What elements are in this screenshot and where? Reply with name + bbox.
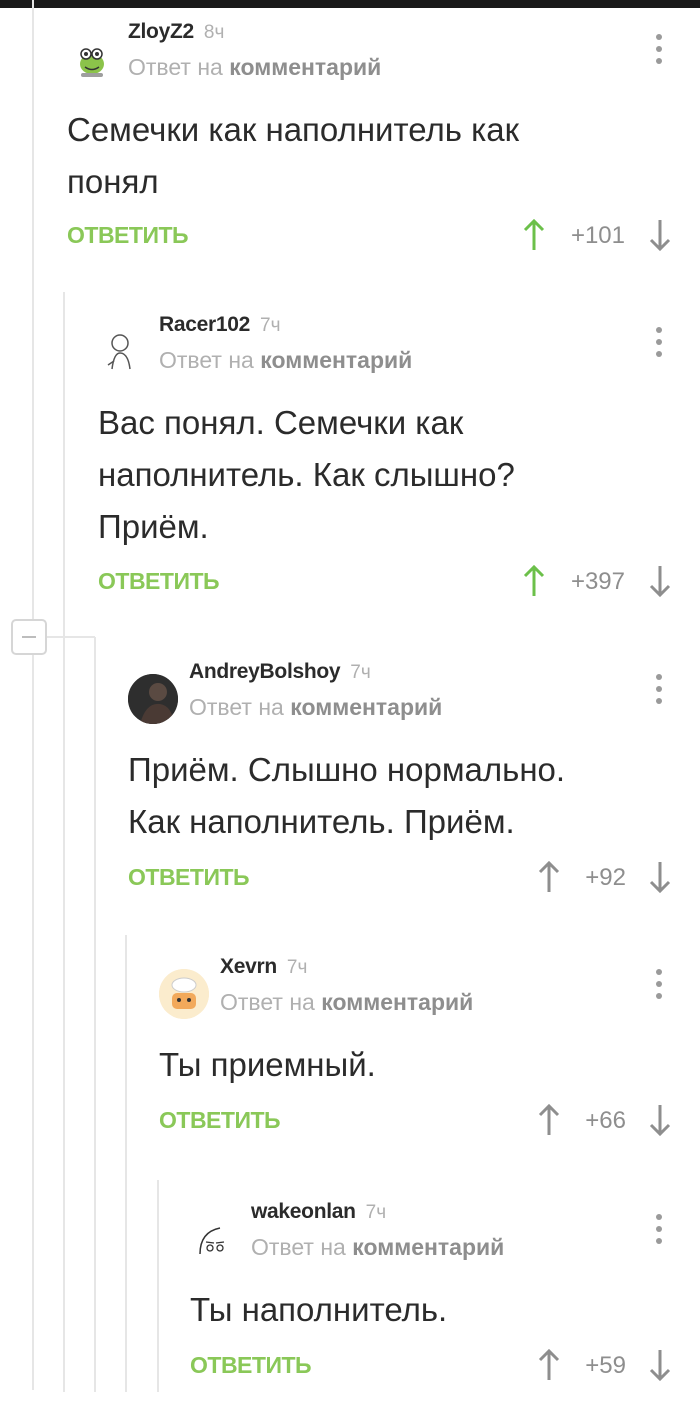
reply-target-link[interactable]: комментарий bbox=[290, 694, 442, 720]
downvote-arrow-icon[interactable] bbox=[647, 1348, 673, 1382]
reply-target-link[interactable]: комментарий bbox=[229, 54, 381, 80]
comment-actions: ОТВЕТИТЬ +101 bbox=[67, 218, 700, 252]
minus-icon bbox=[22, 636, 36, 638]
comment-actions: ОТВЕТИТЬ +92 bbox=[128, 860, 700, 894]
more-options-icon[interactable] bbox=[654, 674, 662, 704]
reply-prefix: Ответ на bbox=[189, 694, 284, 720]
reply-button[interactable]: ОТВЕТИТЬ bbox=[190, 1352, 312, 1379]
username-text: AndreyBolshoy bbox=[189, 660, 341, 683]
username[interactable]: Xevrn 7ч bbox=[220, 955, 307, 979]
vote-score: +59 bbox=[585, 1352, 626, 1379]
timestamp: 7ч bbox=[260, 315, 281, 336]
reply-prefix: Ответ на bbox=[128, 54, 223, 80]
vote-score: +397 bbox=[570, 568, 625, 595]
downvote-arrow-icon[interactable] bbox=[647, 218, 673, 252]
timestamp: 7ч bbox=[286, 957, 308, 978]
reply-to-line: Ответ на комментарий bbox=[189, 694, 442, 721]
reply-button[interactable]: ОТВЕТИТЬ bbox=[98, 568, 220, 595]
reply-to-line: Ответ на комментарий bbox=[251, 1234, 504, 1261]
reply-prefix: Ответ на bbox=[251, 1234, 346, 1260]
downvote-arrow-icon[interactable] bbox=[647, 860, 673, 894]
status-bar-edge bbox=[0, 0, 700, 8]
reply-button[interactable]: ОТВЕТИТЬ bbox=[159, 1107, 281, 1134]
username-text: wakeonlan bbox=[251, 1200, 356, 1223]
reply-target-link[interactable]: комментарий bbox=[321, 989, 473, 1015]
reply-button[interactable]: ОТВЕТИТЬ bbox=[128, 864, 250, 891]
timestamp: 8ч bbox=[203, 22, 225, 43]
doodle-face-icon[interactable] bbox=[190, 1214, 240, 1264]
cartoon-face-icon[interactable] bbox=[159, 969, 209, 1019]
timestamp: 7ч bbox=[365, 1202, 387, 1223]
thread-connector bbox=[47, 636, 95, 638]
upvote-arrow-icon[interactable] bbox=[521, 218, 547, 252]
thread-line bbox=[63, 292, 65, 1392]
username-text: ZloyZ2 bbox=[128, 20, 194, 43]
more-options-icon[interactable] bbox=[654, 1214, 662, 1244]
username[interactable]: wakeonlan 7ч bbox=[251, 1200, 386, 1224]
upvote-arrow-icon[interactable] bbox=[521, 564, 547, 598]
comment-text: Приём. Слышно нормально. Как наполнитель… bbox=[128, 751, 566, 840]
comment-text: Вас понял. Семечки как наполнитель. Как … bbox=[98, 404, 515, 545]
reply-prefix: Ответ на bbox=[159, 347, 254, 373]
comment-text: Ты приемный. bbox=[159, 1046, 376, 1083]
comment-actions: ОТВЕТИТЬ +397 bbox=[98, 564, 700, 598]
thread-line bbox=[157, 1180, 159, 1392]
reply-prefix: Ответ на bbox=[220, 989, 315, 1015]
reply-to-line: Ответ на комментарий bbox=[128, 54, 381, 81]
vote-score: +92 bbox=[585, 864, 626, 891]
collapse-thread-button[interactable] bbox=[11, 619, 47, 655]
reply-target-link[interactable]: комментарий bbox=[352, 1234, 504, 1260]
comment-actions: ОТВЕТИТЬ +66 bbox=[159, 1103, 700, 1137]
reply-to-line: Ответ на комментарий bbox=[220, 989, 473, 1016]
thread-line bbox=[32, 0, 34, 1390]
vote-score: +101 bbox=[570, 222, 625, 249]
reply-target-link[interactable]: комментарий bbox=[260, 347, 412, 373]
reply-to-line: Ответ на комментарий bbox=[159, 347, 412, 374]
more-options-icon[interactable] bbox=[654, 34, 662, 64]
username[interactable]: AndreyBolshoy 7ч bbox=[189, 660, 371, 684]
comment-text: Семечки как наполнитель как понял bbox=[67, 111, 520, 200]
more-options-icon[interactable] bbox=[654, 327, 662, 357]
photo-avatar[interactable] bbox=[128, 674, 178, 724]
username[interactable]: ZloyZ2 8ч bbox=[128, 20, 224, 44]
timestamp: 7ч bbox=[350, 662, 371, 683]
downvote-arrow-icon[interactable] bbox=[647, 1103, 673, 1137]
frog-icon[interactable] bbox=[67, 34, 117, 84]
username-text: Racer102 bbox=[159, 313, 251, 336]
vote-score: +66 bbox=[585, 1107, 626, 1134]
thread-line bbox=[94, 637, 96, 1392]
sketch-person-icon[interactable] bbox=[98, 327, 148, 377]
comment-actions: ОТВЕТИТЬ +59 bbox=[190, 1348, 700, 1382]
thread-line bbox=[125, 935, 127, 1392]
more-options-icon[interactable] bbox=[654, 969, 662, 999]
comment-text: Ты наполнитель. bbox=[190, 1291, 448, 1328]
username[interactable]: Racer102 7ч bbox=[159, 313, 280, 337]
reply-button[interactable]: ОТВЕТИТЬ bbox=[67, 222, 189, 249]
downvote-arrow-icon[interactable] bbox=[647, 564, 673, 598]
username-text: Xevrn bbox=[220, 955, 277, 978]
